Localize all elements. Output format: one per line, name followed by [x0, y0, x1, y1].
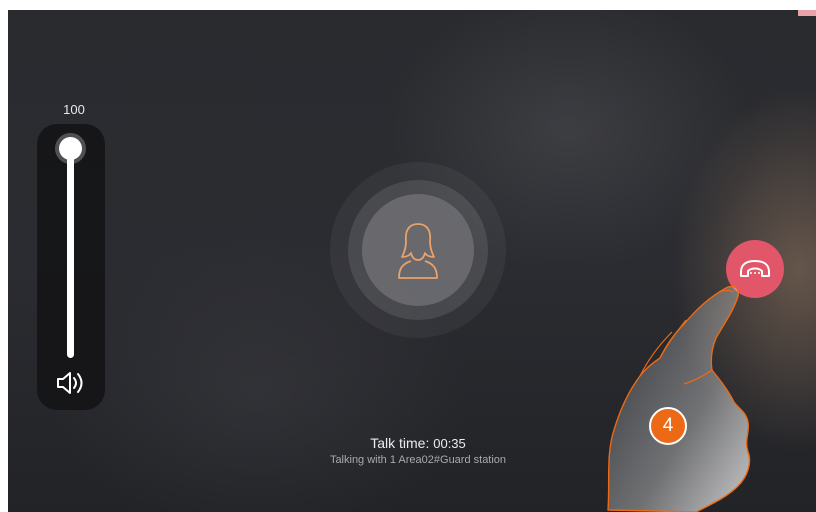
volume-slider-handle[interactable]: [59, 137, 82, 160]
step-number-badge: 4: [649, 407, 687, 445]
volume-value: 100: [63, 102, 85, 117]
volume-slider-track[interactable]: [67, 148, 74, 358]
corner-accent: [798, 10, 816, 16]
talk-time-timer: 00:35: [433, 436, 466, 451]
pointing-hand-icon: [607, 285, 751, 512]
talk-time: Talk time: 00:35: [208, 435, 628, 451]
talking-with-text: Talking with 1 Area02#Guard station: [329, 454, 507, 466]
phone-hangup-icon: [740, 260, 770, 277]
talk-time-label: Talk time:: [370, 435, 430, 451]
intercom-call-screen: 100 4 Talk time: 00:35 Talking with 1 Ar…: [8, 10, 816, 512]
speaker-icon[interactable]: [55, 370, 87, 396]
volume-panel: [37, 124, 105, 410]
person-icon: [398, 223, 438, 279]
hangup-button[interactable]: [726, 240, 784, 298]
